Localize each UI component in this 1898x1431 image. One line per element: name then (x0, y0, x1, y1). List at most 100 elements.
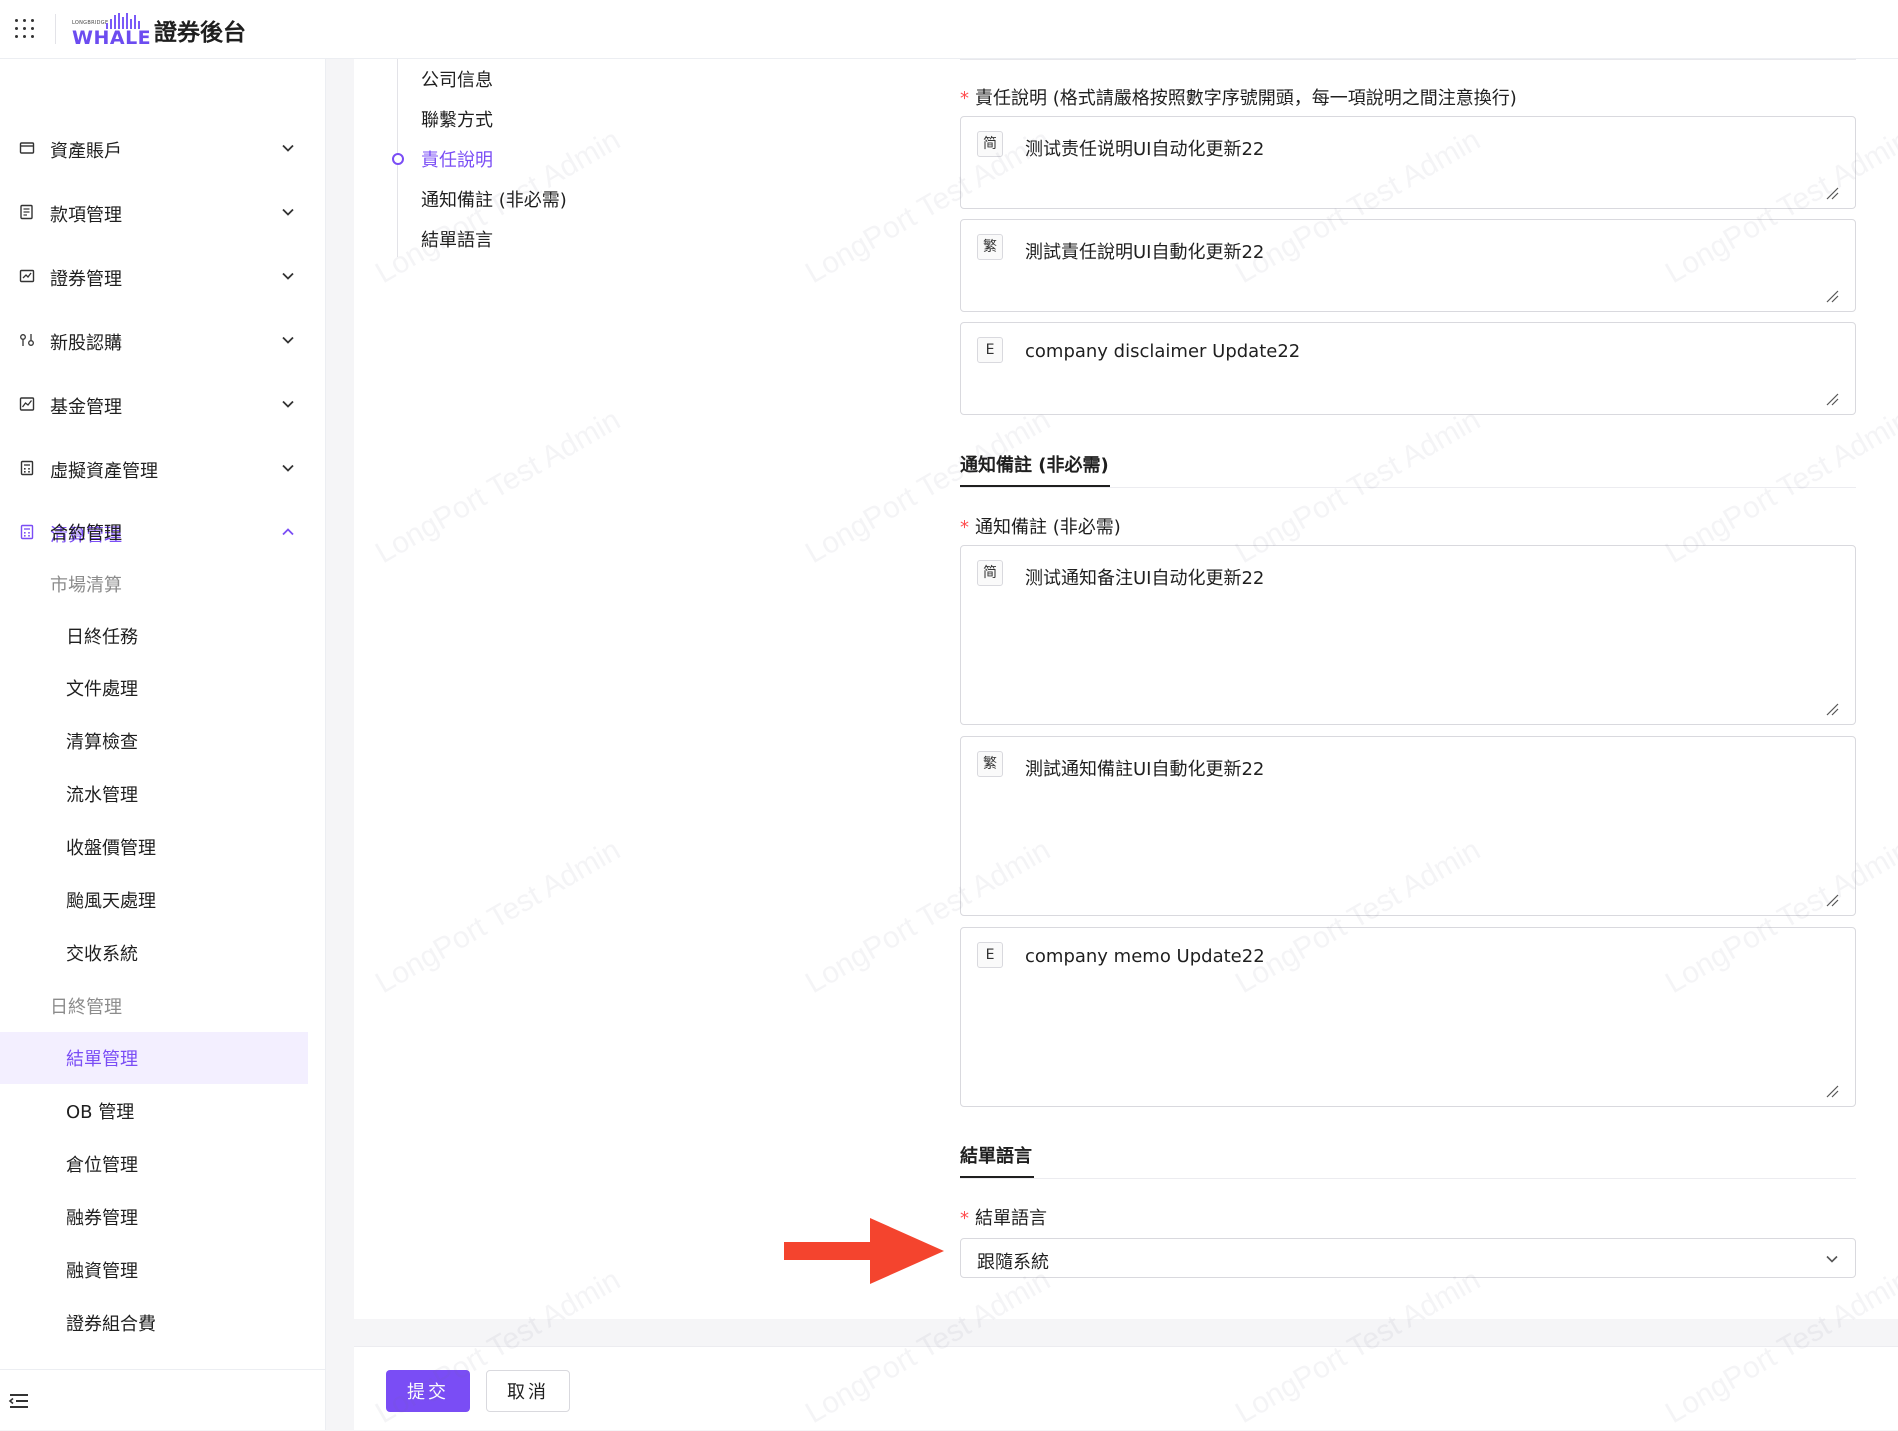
select-value: 跟隨系統 (977, 1252, 1049, 1273)
sidebar-menu-label: 基金管理 (50, 397, 122, 418)
sidebar-menu-label: 資產賬戶 (50, 141, 122, 162)
logo-small-text: LONGBRIDGE (72, 20, 109, 26)
section-divider-top (960, 59, 1856, 60)
sidebar-sub-label: 融資管理 (66, 1261, 138, 1282)
anchor-active-dot (392, 153, 404, 165)
disclaimer-textarea-sc[interactable]: 简 测试责任说明UI自动化更新22 (960, 116, 1856, 209)
resize-handle-icon[interactable] (1825, 893, 1839, 907)
wallet-icon (19, 142, 35, 154)
sidebar-sub-item[interactable]: 收盤價管理 (0, 821, 308, 873)
sidebar-sub-item[interactable]: 流水管理 (0, 768, 308, 820)
memo-label: * 通知備註 (非必需) (960, 513, 1121, 539)
anchor-disclaimer[interactable]: 責任說明 (421, 146, 493, 172)
lang-badge-sc: 简 (977, 131, 1003, 157)
sidebar-sub-label: 颱風天處理 (66, 891, 156, 912)
sidebar-sub-label: 合約管理 (50, 523, 122, 544)
chevron-down-icon (282, 144, 294, 152)
language-section-line (960, 1178, 1856, 1179)
lang-badge-en: E (977, 942, 1003, 968)
apps-grid-icon[interactable] (14, 17, 36, 39)
textarea-value: company memo Update22 (1025, 946, 1265, 967)
sidebar-sub-item[interactable]: 倉位管理 (0, 1138, 308, 1190)
anchor-contact[interactable]: 聯繫方式 (421, 106, 493, 132)
sidebar-sub-item[interactable]: 證券組合費 (0, 1297, 308, 1349)
lang-badge-en: E (977, 337, 1003, 363)
sidebar-sub-item[interactable]: 結單管理 (0, 1032, 308, 1084)
sidebar-sub-item[interactable]: 融券管理 (0, 1191, 308, 1243)
disclaimer-textarea-tc[interactable]: 繁 測試責任說明UI自動化更新22 (960, 219, 1856, 312)
sidebar-sub-label: 清算檢查 (66, 732, 138, 753)
sidebar-sub-label: 文件處理 (66, 679, 138, 700)
sidebar-menu-item[interactable]: 基金管理 (0, 383, 326, 427)
sidebar-sub-item[interactable]: 融資管理 (0, 1244, 308, 1296)
submit-button[interactable]: 提交 (386, 1370, 470, 1412)
anchor-company-info[interactable]: 公司信息 (421, 66, 493, 92)
sidebar-menu-item[interactable]: 證券管理 (0, 255, 326, 299)
disclaimer-label-text: 責任說明 (格式請嚴格按照數字序號開頭，每一項說明之間注意換行) (975, 88, 1517, 109)
chevron-down-icon (1826, 1255, 1838, 1263)
sidebar-sub-item[interactable]: OB 管理 (0, 1085, 308, 1137)
sidebar-sub-label: 日終任務 (66, 627, 138, 648)
header-divider (55, 14, 56, 44)
sidebar-sub-item[interactable]: 交收系統 (0, 927, 308, 979)
chevron-down-icon (282, 208, 294, 216)
textarea-value: company disclaimer Update22 (1025, 341, 1301, 362)
sidebar-sub-label: 市場清算 (50, 575, 122, 596)
sidebar-sub-item[interactable]: 合約管理 (0, 506, 308, 558)
stock-icon (19, 269, 35, 283)
sidebar-menu-label: 新股認購 (50, 333, 122, 354)
resize-handle-icon[interactable] (1825, 702, 1839, 716)
memo-textarea-tc[interactable]: 繁 測試通知備註UI自動化更新22 (960, 736, 1856, 916)
sidebar-menu-label: 證券管理 (50, 269, 122, 290)
sidebar-menu-item[interactable]: 新股認購 (0, 319, 326, 363)
document-icon (20, 204, 33, 220)
sidebar-group-label: 日終管理 (0, 980, 308, 1032)
sidebar-sub-item[interactable]: 文件處理 (0, 662, 308, 714)
sidebar-menu-label: 虛擬資產管理 (50, 461, 158, 482)
sidebar: 資產賬戶 款項管理 證券管理 新股認購 基金管理 虛擬資產管理 清算管理 合約管理 市場清算日… (0, 59, 326, 1430)
resize-handle-icon[interactable] (1825, 289, 1839, 303)
language-label-text: 結單語言 (975, 1208, 1047, 1229)
memo-textarea-en[interactable]: E company memo Update22 (960, 927, 1856, 1107)
sidebar-sub-label: 收盤價管理 (66, 838, 156, 859)
textarea-value: 測試通知備註UI自動化更新22 (1025, 759, 1265, 780)
sidebar-sub-label: 倉位管理 (66, 1155, 138, 1176)
cancel-button[interactable]: 取消 (486, 1370, 570, 1412)
resize-handle-icon[interactable] (1825, 186, 1839, 200)
sidebar-sub-label: 融券管理 (66, 1208, 138, 1229)
sidebar-menu-item[interactable]: 資產賬戶 (0, 127, 326, 171)
whale-logo[interactable]: LONGBRIDGE WHALE (70, 10, 151, 49)
memo-section-line (960, 487, 1856, 488)
lang-badge-sc: 简 (977, 560, 1003, 586)
sidebar-menu-item[interactable]: 虛擬資產管理 (0, 447, 326, 491)
lang-badge-tc: 繁 (977, 751, 1003, 777)
red-arrow-annotation (784, 1218, 944, 1284)
anchor-memo[interactable]: 通知備註 (非必需) (421, 186, 567, 212)
sidebar-sub-label: 交收系統 (66, 944, 138, 965)
anchor-language[interactable]: 結單語言 (421, 226, 493, 252)
chart-icon (19, 397, 35, 411)
sidebar-sub-item[interactable]: 颱風天處理 (0, 874, 308, 926)
required-mark: * (960, 1208, 969, 1229)
form-footer: 提交 取消 (354, 1346, 1898, 1430)
sidebar-sub-label: 日終管理 (50, 997, 122, 1018)
disclaimer-textarea-en[interactable]: E company disclaimer Update22 (960, 322, 1856, 415)
disclaimer-label: * 責任說明 (格式請嚴格按照數字序號開頭，每一項說明之間注意換行) (960, 84, 1517, 110)
sidebar-sub-item[interactable]: 清算檢查 (0, 715, 308, 767)
chevron-down-icon (282, 400, 294, 408)
resize-handle-icon[interactable] (1825, 392, 1839, 406)
sidebar-sub-label: OB 管理 (66, 1102, 135, 1123)
statement-language-select[interactable]: 跟隨系統 (960, 1238, 1856, 1278)
sidebar-group-label: 市場清算 (0, 558, 308, 610)
chevron-down-icon (282, 336, 294, 344)
collapse-menu-icon[interactable] (8, 1392, 30, 1410)
sidebar-sub-item[interactable]: 日終任務 (0, 610, 308, 662)
resize-handle-icon[interactable] (1825, 1084, 1839, 1098)
required-mark: * (960, 517, 969, 538)
memo-textarea-sc[interactable]: 简 测试通知备注UI自动化更新22 (960, 545, 1856, 725)
textarea-value: 测试责任说明UI自动化更新22 (1025, 139, 1265, 160)
app-title: 證券後台 (154, 20, 246, 46)
memo-label-text: 通知備註 (非必需) (975, 517, 1121, 538)
lang-badge-tc: 繁 (977, 234, 1003, 260)
sidebar-menu-item[interactable]: 款項管理 (0, 191, 326, 235)
